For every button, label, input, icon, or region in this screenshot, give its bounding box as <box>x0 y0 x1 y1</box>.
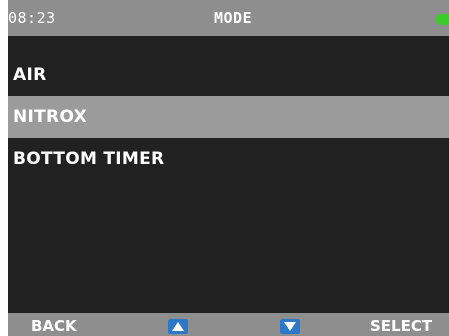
status-bar: 08:23 MODE <box>8 0 449 36</box>
dive-computer-screen: 08:23 MODE AIR NITROX BOTTOM TIMER BACK … <box>8 0 449 336</box>
select-button[interactable]: SELECT <box>370 317 432 335</box>
status-time: 08:23 <box>8 9 56 27</box>
menu-item-label: AIR <box>13 65 47 85</box>
arrow-down-icon[interactable] <box>280 319 300 334</box>
menu-item-air[interactable]: AIR <box>8 54 449 96</box>
menu-item-bottom-timer[interactable]: BOTTOM TIMER <box>8 138 449 180</box>
softkey-bar: BACK SELECT <box>8 313 449 336</box>
back-button[interactable]: BACK <box>31 317 77 335</box>
battery-icon <box>435 14 449 25</box>
menu-item-label: NITROX <box>13 107 87 127</box>
screen-title: MODE <box>214 9 253 27</box>
menu-item-label: BOTTOM TIMER <box>13 149 165 169</box>
arrow-up-icon[interactable] <box>168 319 188 334</box>
menu-item-nitrox[interactable]: NITROX <box>8 96 449 138</box>
